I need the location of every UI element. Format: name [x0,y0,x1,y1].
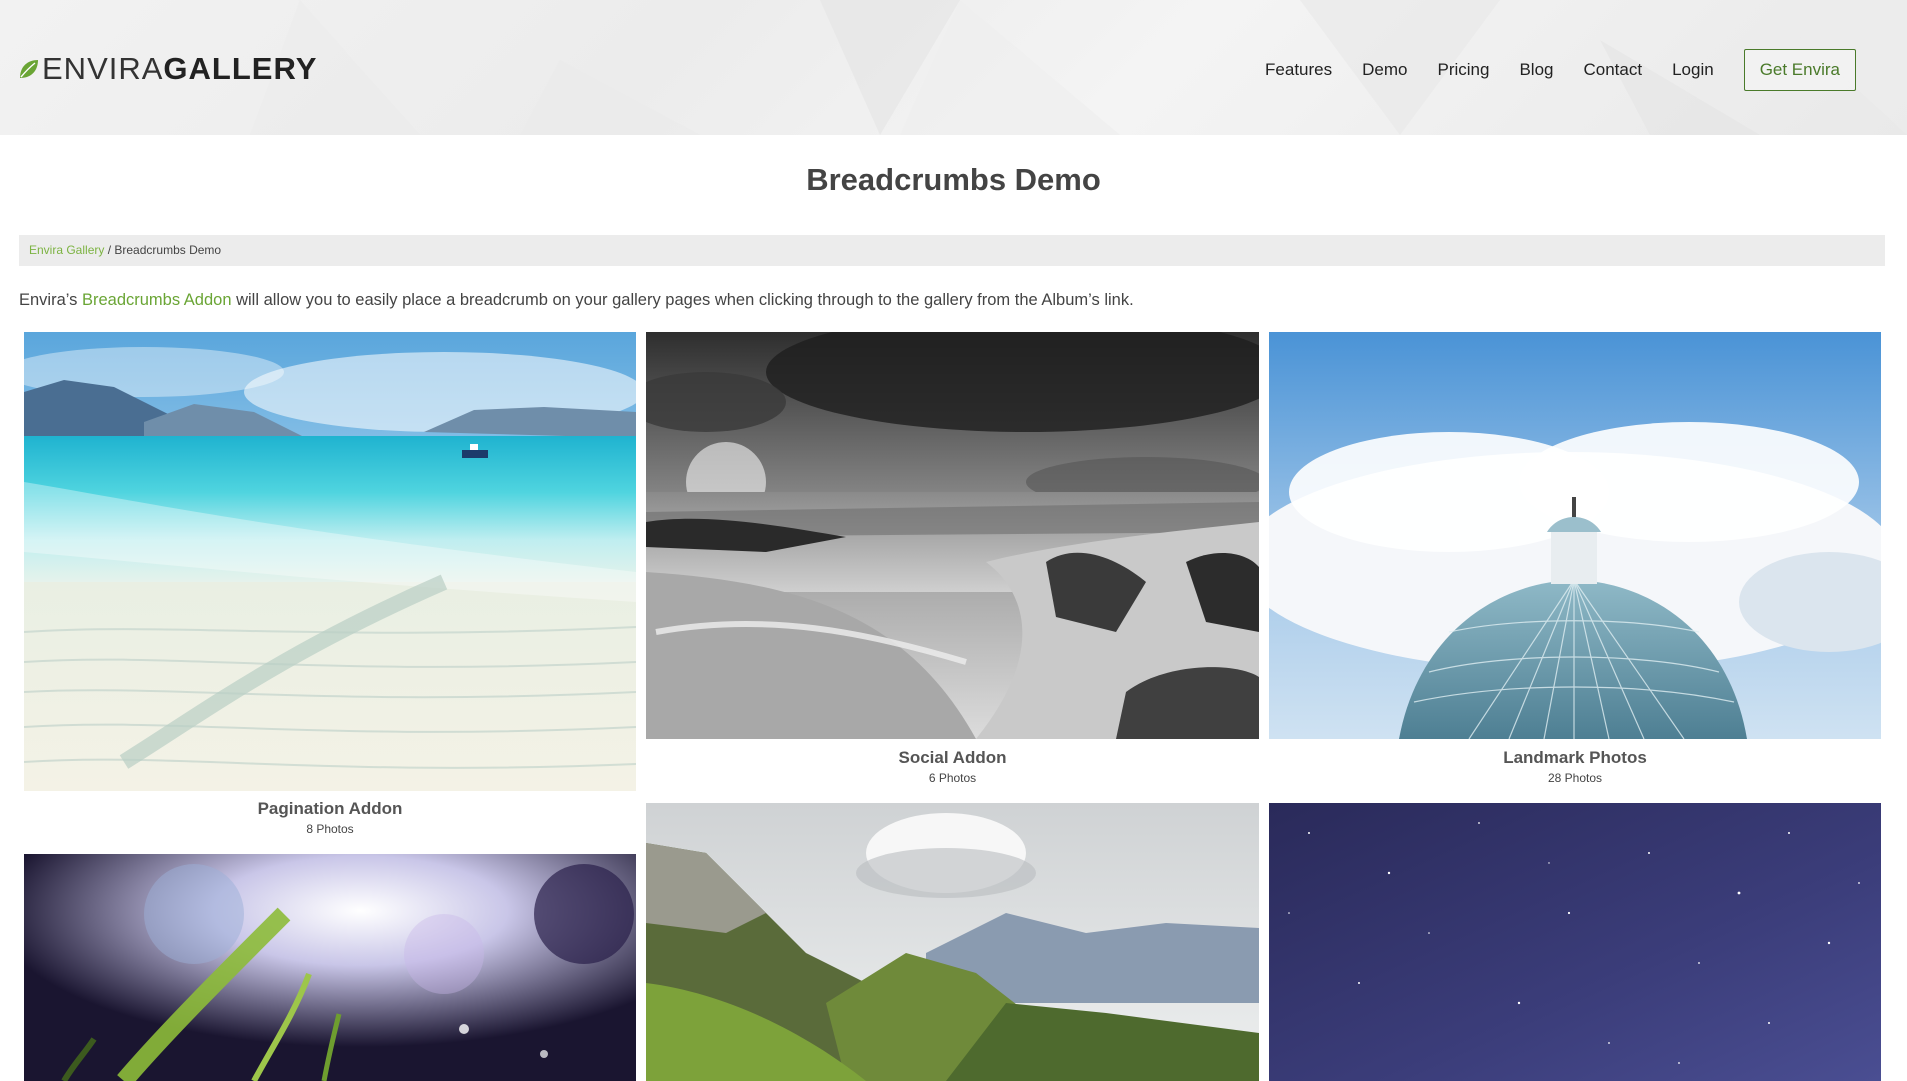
gallery-item-pagination-addon[interactable] [24,332,636,791]
intro-suffix: will allow you to easily place a breadcr… [231,291,1134,309]
nav-item-pricing[interactable]: Pricing [1437,48,1489,92]
logo-text-bold: GALLERY [163,51,318,86]
gallery-item-title[interactable]: Pagination Addon [24,798,636,820]
breadcrumbs-addon-link[interactable]: Breadcrumbs Addon [82,291,232,309]
breadcrumb-current: Breadcrumbs Demo [114,243,222,257]
gallery-item-grass[interactable] [24,854,636,1081]
gallery-item-title[interactable]: Social Addon [646,747,1259,769]
gallery-item-count: 28 Photos [1547,771,1603,785]
logo-text-light: ENVIRA [42,51,164,86]
glass-dome-building-photo [1269,332,1881,739]
gallery-item-count: 6 Photos [928,771,977,785]
gallery-caption-landmark-photos: Landmark Photos 28 Photos [1269,747,1881,787]
gallery-item-starry-night[interactable] [1269,803,1881,1081]
nav-item-demo[interactable]: Demo [1362,48,1407,92]
mountain-valley-photo [646,803,1259,1081]
page-title: Breadcrumbs Demo [806,162,1101,197]
intro-prefix: Envira’s [19,291,82,309]
intro-text: Envira’s Breadcrumbs Addon will allow yo… [19,288,1134,312]
breadcrumb: Envira Gallery / Breadcrumbs Demo [19,235,1885,266]
tropical-beach-photo [24,332,636,791]
gallery-item-social-addon[interactable] [646,332,1259,739]
gallery-item-mountains[interactable] [646,803,1259,1081]
main-nav: Features Demo Pricing Blog Contact Login… [1265,48,1907,92]
leaf-icon [20,60,38,78]
logo-wordmark: ENVIRAGALLERY [42,52,317,86]
sunlit-grass-closeup-photo [24,854,636,1081]
gallery-item-landmark-photos[interactable] [1269,332,1881,739]
site-header: ENVIRAGALLERY Features Demo Pricing Blog… [0,0,1907,135]
gallery-caption-social-addon: Social Addon 6 Photos [646,747,1259,787]
nav-item-features[interactable]: Features [1265,48,1332,92]
gallery-item-title[interactable]: Landmark Photos [1269,747,1881,769]
gallery-caption-pagination-addon: Pagination Addon 8 Photos [24,798,636,838]
nav-item-login[interactable]: Login [1672,48,1714,92]
starry-night-sky-photo [1269,803,1881,1081]
nav-item-blog[interactable]: Blog [1519,48,1553,92]
breadcrumb-home-link[interactable]: Envira Gallery [29,243,104,257]
get-envira-button[interactable]: Get Envira [1743,49,1856,91]
breadcrumb-separator: / [104,243,115,257]
site-logo[interactable]: ENVIRAGALLERY [18,52,317,86]
gallery-item-count: 8 Photos [306,822,354,836]
black-and-white-seashore-photo [646,332,1259,739]
nav-item-contact[interactable]: Contact [1583,48,1642,92]
